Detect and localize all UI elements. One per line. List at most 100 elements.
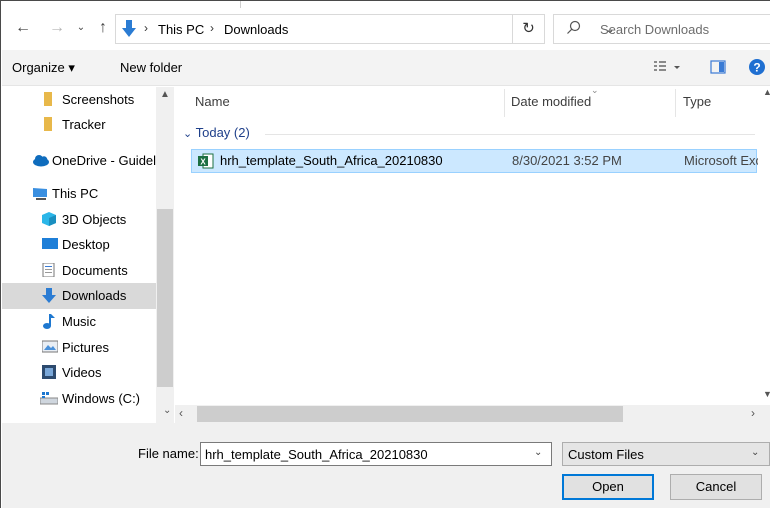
back-button[interactable]: ← (13, 18, 33, 38)
search-input[interactable]: Search Downloads (553, 14, 770, 44)
pictures-icon (41, 340, 59, 354)
toolbar: Organize ▾ New folder ? (2, 50, 770, 86)
horizontal-scrollbar[interactable]: ‹ › (175, 405, 770, 423)
scroll-up-icon[interactable]: ▲ (156, 89, 174, 100)
nav-item-pictures[interactable]: Pictures (2, 335, 156, 361)
nav-item-label: Downloads (62, 288, 127, 303)
up-button[interactable]: ↑ (93, 18, 113, 38)
arrow-right-icon: → (49, 19, 65, 36)
search-icon (566, 20, 582, 39)
folder-icon (42, 92, 58, 106)
top-strip (1, 1, 241, 8)
nav-item-label: Documents (62, 263, 128, 278)
desktop-icon (42, 237, 58, 251)
group-label: Today (2) (195, 125, 250, 140)
file-type: Microsoft Excel (684, 153, 758, 168)
open-button[interactable]: Open (562, 474, 654, 500)
breadcrumb-downloads[interactable]: Downloads (224, 22, 288, 37)
nav-item-desktop[interactable]: Desktop (2, 232, 156, 258)
nav-item-music[interactable]: Music (2, 309, 156, 335)
help-icon[interactable]: ? (748, 58, 766, 79)
scroll-down-icon[interactable]: ▼ (763, 389, 770, 399)
file-name-label: File name: (138, 446, 199, 461)
view-options-icon[interactable] (654, 59, 680, 78)
documents-icon (42, 262, 58, 278)
arrow-left-icon: ← (15, 19, 31, 36)
file-row[interactable]: X hrh_template_South_Africa_20210830 8/3… (191, 149, 758, 173)
group-header[interactable]: ⌄ Today (2) (183, 125, 250, 140)
breadcrumb-separator: › (210, 21, 214, 35)
nav-item-label: Tracker (62, 117, 106, 132)
nav-scroll-thumb[interactable] (157, 209, 173, 387)
nav-item-label: This PC (52, 186, 99, 201)
nav-scrollbar[interactable]: ▲ (156, 87, 174, 423)
file-scrollbar[interactable]: ▲ ▼ (763, 87, 770, 407)
folder-icon (42, 117, 58, 131)
forward-button[interactable]: → (47, 18, 67, 38)
nav-item-documents[interactable]: Documents (2, 258, 156, 284)
file-list: Name ⌄ Date modified Type ⌄ Today (2) X … (175, 85, 770, 423)
file-open-dialog: ← → ⌄ ↑ › This PC › Downloads ⌄ ↻ Search… (0, 0, 770, 508)
navigation-pane: Screenshots Tracker OneDrive - Guidel Th… (2, 87, 174, 423)
downloads-icon (42, 288, 58, 303)
recent-locations-button[interactable]: ⌄ (71, 18, 91, 38)
cancel-button[interactable]: Cancel (670, 474, 762, 500)
file-name-value: hrh_template_South_Africa_20210830 (205, 447, 428, 462)
nav-item-3d-objects[interactable]: 3D Objects (2, 207, 156, 233)
nav-item-windows-c[interactable]: Windows (C:) (2, 386, 156, 412)
new-folder-button[interactable]: New folder (120, 60, 182, 75)
horizontal-scroll-thumb[interactable] (197, 406, 623, 422)
chevron-down-icon: ⌄ (76, 22, 86, 33)
drive-icon (39, 391, 59, 405)
nav-item-this-pc[interactable]: This PC (2, 181, 156, 207)
address-bar[interactable]: › This PC › Downloads ⌄ (115, 14, 615, 44)
downloads-icon (122, 20, 136, 41)
nav-item-label: OneDrive - Guidel (52, 153, 156, 168)
column-divider[interactable] (504, 89, 505, 117)
column-header-date[interactable]: Date modified (511, 94, 591, 109)
column-divider[interactable] (675, 89, 676, 117)
sort-icon: ⌄ (591, 85, 599, 95)
column-header-name[interactable]: Name (195, 94, 230, 109)
search-placeholder: Search Downloads (600, 22, 710, 37)
file-name-input[interactable]: hrh_template_South_Africa_20210830 ⌄ (200, 442, 552, 466)
music-icon (42, 314, 58, 329)
organize-button[interactable]: Organize ▾ (12, 60, 75, 76)
scroll-left-icon[interactable]: ‹ (179, 406, 183, 420)
nav-item-label: Music (62, 314, 96, 329)
svg-text:?: ? (753, 61, 760, 75)
chevron-down-icon: ⌄ (751, 447, 760, 458)
chevron-down-icon[interactable]: ⌄ (534, 447, 542, 458)
scroll-up-icon[interactable]: ▲ (763, 87, 770, 97)
videos-icon (42, 365, 58, 379)
chevron-down-icon: ⌄ (183, 128, 193, 140)
nav-item-onedrive[interactable]: OneDrive - Guidel (2, 148, 156, 174)
file-type-value: Custom Files (568, 447, 644, 462)
nav-item-label: Pictures (62, 340, 109, 355)
nav-item-label: Desktop (62, 237, 110, 252)
onedrive-icon (32, 153, 49, 167)
column-header-type[interactable]: Type (683, 94, 711, 109)
nav-item-label: Videos (62, 365, 102, 380)
file-type-select[interactable]: Custom Files ⌄ (562, 442, 770, 466)
refresh-button[interactable]: ↻ (513, 14, 545, 44)
breadcrumb-separator: › (144, 21, 148, 35)
group-divider (265, 134, 755, 135)
breadcrumb-this-pc[interactable]: This PC (158, 22, 204, 37)
chevron-down-icon[interactable]: ⌄ (163, 405, 171, 416)
nav-item-downloads[interactable]: Downloads (2, 283, 156, 309)
excel-icon: X (198, 153, 214, 169)
preview-pane-icon[interactable] (710, 59, 726, 78)
nav-item-videos[interactable]: Videos (2, 360, 156, 386)
nav-item-label: Screenshots (62, 92, 135, 107)
3d-objects-icon (42, 212, 58, 226)
scroll-right-icon[interactable]: › (751, 406, 755, 420)
address-row: ← → ⌄ ↑ › This PC › Downloads ⌄ ↻ Search… (1, 8, 770, 50)
nav-item-tracker[interactable]: Tracker (2, 112, 156, 138)
file-date: 8/30/2021 3:52 PM (512, 153, 622, 168)
computer-icon (32, 186, 48, 200)
refresh-icon: ↻ (522, 20, 535, 37)
dialog-footer: File name: hrh_template_South_Africa_202… (2, 423, 770, 508)
svg-text:X: X (200, 158, 206, 167)
nav-item-screenshots[interactable]: Screenshots (2, 87, 156, 113)
